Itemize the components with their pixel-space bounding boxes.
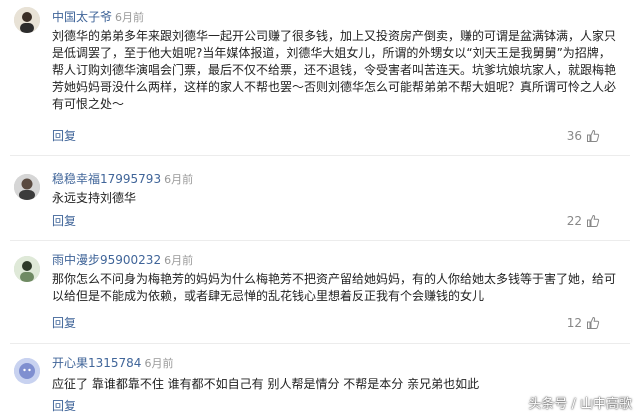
reply-button[interactable]: 回复	[52, 213, 76, 229]
username[interactable]: 稳稳幸福17995793	[52, 172, 161, 186]
comment-text: 刘德华的弟弟多年来跟刘德华一起开公司赚了很多钱，加上又投资房产倒卖，赚的可谓是盆…	[52, 29, 617, 111]
reply-button[interactable]: 回复	[52, 128, 76, 144]
comment-time: 6月前	[115, 11, 145, 24]
comment-meta: 雨中漫步95900232 6月前	[52, 251, 193, 267]
thumbs-up-icon	[586, 129, 600, 143]
username[interactable]: 雨中漫步95900232	[52, 253, 161, 267]
username[interactable]: 中国太子爷	[52, 10, 112, 24]
comment-meta: 开心果1315784 6月前	[52, 354, 173, 370]
like-button[interactable]: 22	[567, 213, 600, 229]
like-count: 36	[566, 129, 582, 143]
thumbs-up-icon	[586, 214, 600, 228]
avatar[interactable]	[14, 358, 40, 384]
reply-button[interactable]: 回复	[52, 315, 76, 331]
avatar[interactable]	[14, 174, 40, 200]
comment-meta: 稳稳幸福17995793 6月前	[52, 170, 193, 186]
comment-item: 稳稳幸福17995793 6月前 永远支持刘德华 回复 22	[0, 156, 640, 240]
comment-time: 6月前	[164, 254, 194, 267]
comment-text: 永远支持刘德华	[52, 191, 137, 205]
thumbs-up-icon	[586, 316, 600, 330]
reply-button[interactable]: 回复	[52, 398, 76, 414]
comment-meta: 中国太子爷 6月前	[52, 8, 144, 24]
like-button[interactable]: 36	[567, 128, 600, 144]
like-count: 22	[566, 214, 582, 228]
comment-item: 中国太子爷 6月前 刘德华的弟弟多年来跟刘德华一起开公司赚了很多钱，加上又投资房产…	[0, 0, 640, 155]
comment-time: 6月前	[164, 173, 194, 186]
username[interactable]: 开心果1315784	[52, 356, 141, 370]
watermark: 头条号 / 山中高歌	[528, 397, 632, 412]
like-button[interactable]: 12	[567, 315, 600, 331]
comment-text: 应征了 靠谁都靠不住 谁有都不如自己有 别人帮是情分 不帮是本分 亲兄弟也如此	[52, 377, 480, 391]
avatar[interactable]	[14, 256, 40, 282]
comment-text: 那你怎么不问身为梅艳芳的妈妈为什么梅艳芳不把资产留给她妈妈，有的人你给她太多钱等…	[52, 272, 617, 303]
avatar[interactable]	[14, 7, 40, 33]
like-count: 12	[566, 316, 582, 330]
comment-item: 雨中漫步95900232 6月前 那你怎么不问身为梅艳芳的妈妈为什么梅艳芳不把资产…	[0, 241, 640, 343]
comment-time: 6月前	[144, 357, 174, 370]
